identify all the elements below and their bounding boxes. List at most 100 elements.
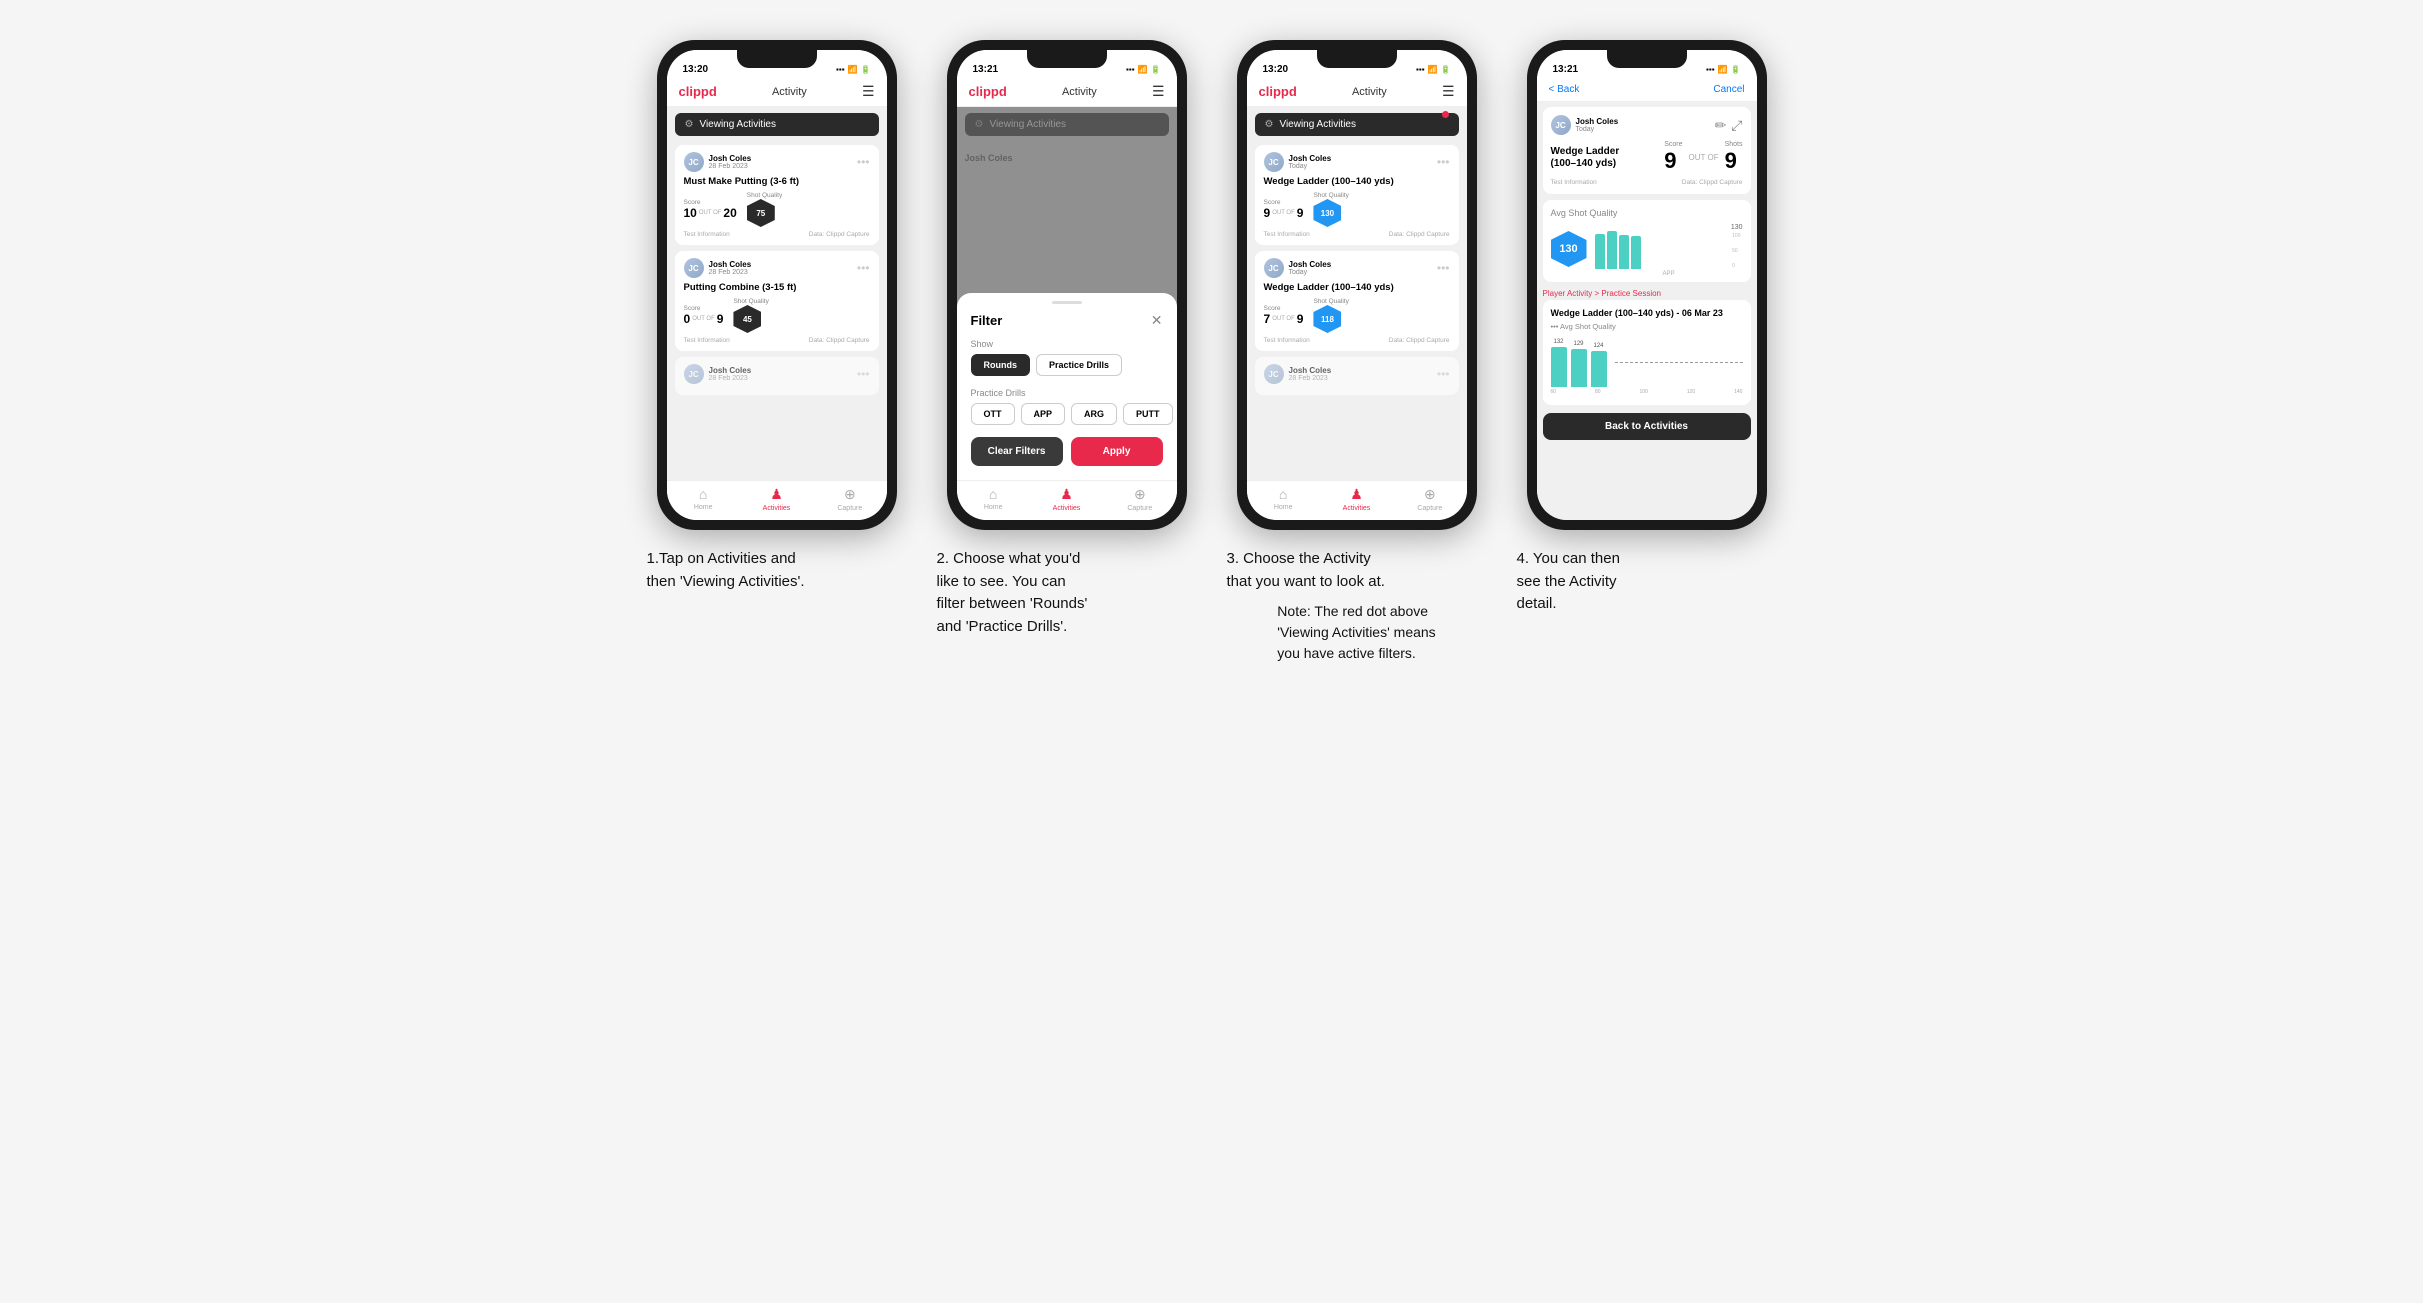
card-title-1-2: Putting Combine (3-15 ft) — [684, 282, 870, 293]
dots-menu-3-3[interactable]: ••• — [1437, 367, 1450, 381]
session-card-4: Wedge Ladder (100–140 yds) - 06 Mar 23 •… — [1543, 300, 1751, 405]
filter-action-row: Clear Filters Apply — [971, 437, 1163, 466]
viewing-bar-text-1: Viewing Activities — [699, 119, 776, 130]
menu-icon-1[interactable]: ☰ — [862, 83, 875, 100]
shot-quality-3-2: 118 — [1313, 305, 1341, 333]
phone-3: 13:20 ▪▪▪ 📶 🔋 clippd Activity ☰ — [1237, 40, 1477, 530]
screen-content-3: ⚙ Viewing Activities JC Jos — [1247, 107, 1467, 480]
detail-user-info: JC Josh Coles Today — [1551, 115, 1619, 135]
caption-1: 1.Tap on Activities andthen 'Viewing Act… — [647, 548, 907, 593]
card-header-1-3: JC Josh Coles 28 Feb 2023 ••• — [684, 364, 870, 384]
nav-capture-2[interactable]: ⊕ Capture — [1103, 486, 1176, 512]
cancel-btn-4[interactable]: Cancel — [1713, 84, 1744, 95]
activity-card-1-1[interactable]: JC Josh Coles 28 Feb 2023 ••• Must Make … — [675, 145, 879, 245]
phone-notch-4 — [1607, 50, 1687, 68]
y-100: 100 — [1732, 233, 1740, 239]
dots-menu-3-2[interactable]: ••• — [1437, 261, 1450, 275]
dots-menu-1-3[interactable]: ••• — [857, 367, 870, 381]
bar-4-4 — [1631, 236, 1641, 269]
capture-label-1: Capture — [837, 505, 862, 512]
phone-notch-2 — [1027, 50, 1107, 68]
filter-type-row: Rounds Practice Drills — [971, 354, 1163, 376]
nav-activities-1[interactable]: ♟ Activities — [740, 486, 813, 512]
avatar-3-3: JC — [1264, 364, 1284, 384]
viewing-bar-1[interactable]: ⚙ Viewing Activities — [675, 113, 879, 136]
sq-label-3-2: Shot Quality — [1313, 298, 1348, 305]
nav-home-2[interactable]: ⌂ Home — [957, 486, 1030, 512]
home-icon-2: ⌂ — [989, 486, 997, 502]
nav-activities-2[interactable]: ♟ Activities — [1030, 486, 1103, 512]
nav-capture-3[interactable]: ⊕ Capture — [1393, 486, 1466, 512]
activities-label-2: Activities — [1053, 505, 1081, 512]
red-dot-3 — [1442, 111, 1449, 118]
detail-outof: OUT OF — [1689, 153, 1719, 162]
card-header-3-2: JC Josh Coles Today ••• — [1264, 258, 1450, 278]
detail-nav-4: < Back Cancel — [1537, 79, 1757, 102]
chart-app-label: APP — [1595, 271, 1743, 277]
activity-card-3-3[interactable]: JC Josh Coles 28 Feb 2023 ••• — [1255, 357, 1459, 395]
home-icon-1: ⌂ — [699, 486, 707, 502]
apply-filter-btn[interactable]: Apply — [1071, 437, 1163, 466]
signal-icon-3: ▪▪▪ — [1416, 65, 1425, 74]
user-name-3-3: Josh Coles — [1289, 366, 1332, 375]
score-label-1-2: Score — [684, 305, 724, 312]
user-date-3-1: Today — [1289, 163, 1332, 170]
activity-card-1-2[interactable]: JC Josh Coles 28 Feb 2023 ••• Putting Co… — [675, 251, 879, 351]
bar-4-2 — [1607, 231, 1617, 269]
dots-menu-1-2[interactable]: ••• — [857, 261, 870, 275]
menu-icon-3[interactable]: ☰ — [1442, 83, 1455, 100]
s-bar-1 — [1551, 347, 1567, 387]
back-to-activities-btn[interactable]: Back to Activities — [1543, 413, 1751, 440]
activity-card-3-1[interactable]: JC Josh Coles Today ••• Wedge Ladder (10… — [1255, 145, 1459, 245]
ott-btn[interactable]: OTT — [971, 403, 1015, 425]
nav-capture-1[interactable]: ⊕ Capture — [813, 486, 886, 512]
score-val-3-1: 9 — [1264, 206, 1271, 220]
bar-val-1: 132 — [1553, 339, 1563, 345]
putt-btn[interactable]: PUTT — [1123, 403, 1173, 425]
caption-2: 2. Choose what you'dlike to see. You can… — [937, 548, 1197, 638]
app-btn[interactable]: APP — [1021, 403, 1066, 425]
signal-icon-1: ▪▪▪ — [836, 65, 845, 74]
practice-drills-filter-btn[interactable]: Practice Drills — [1036, 354, 1122, 376]
detail-user-date: Today — [1576, 126, 1619, 133]
avatar-1-1: JC — [684, 152, 704, 172]
card-title-3-1: Wedge Ladder (100–140 yds) — [1264, 176, 1450, 187]
nav-home-1[interactable]: ⌂ Home — [667, 486, 740, 512]
dots-menu-1-1[interactable]: ••• — [857, 155, 870, 169]
test-info-3-1: Test Information — [1264, 231, 1310, 238]
expand-icon-4[interactable]: ⤢ — [1731, 117, 1742, 134]
avatar-3-2: JC — [1264, 258, 1284, 278]
activity-card-3-2[interactable]: JC Josh Coles Today ••• Wedge Ladder (10… — [1255, 251, 1459, 351]
bars-4: 100 50 0 — [1595, 233, 1743, 269]
app-nav-3: clippd Activity ☰ — [1247, 79, 1467, 107]
viewing-bar-3[interactable]: ⚙ Viewing Activities — [1255, 113, 1459, 136]
caption-3: 3. Choose the Activitythat you want to l… — [1227, 548, 1487, 593]
edit-icon-4[interactable]: ✏ — [1715, 117, 1727, 134]
data-source-3-2: Data: Clippd Capture — [1389, 337, 1450, 344]
detail-user-name: Josh Coles — [1576, 117, 1619, 126]
detail-score-row: Wedge Ladder(100–140 yds) Score 9 OUT OF — [1551, 141, 1743, 174]
arg-btn[interactable]: ARG — [1071, 403, 1117, 425]
back-btn-4[interactable]: < Back — [1549, 84, 1580, 95]
nav-home-3[interactable]: ⌂ Home — [1247, 486, 1320, 512]
viewing-bar-icon-3: ⚙ — [1265, 119, 1274, 130]
nav-title-2: Activity — [1062, 86, 1097, 98]
menu-icon-2[interactable]: ☰ — [1152, 83, 1165, 100]
detail-activity-title: Wedge Ladder(100–140 yds) — [1551, 146, 1620, 170]
user-date-1-1: 28 Feb 2023 — [709, 163, 752, 170]
session-bar-chart: 132 129 124 — [1551, 337, 1743, 397]
capture-label-3: Capture — [1417, 505, 1442, 512]
screen-content-2: ⚙ Viewing Activities Josh Coles Filter ✕ — [957, 107, 1177, 480]
clear-filters-btn[interactable]: Clear Filters — [971, 437, 1063, 466]
dots-menu-3-1[interactable]: ••• — [1437, 155, 1450, 169]
card-footer-1-2: Test Information Data: Clippd Capture — [684, 337, 870, 344]
score-val-3-2: 7 — [1264, 312, 1271, 326]
detail-shots-val: 9 — [1725, 148, 1737, 173]
card-stats-3-1: Score 9 OUT OF 9 Shot Quality 130 — [1264, 192, 1450, 227]
close-filter-btn[interactable]: ✕ — [1151, 312, 1163, 329]
rounds-filter-btn[interactable]: Rounds — [971, 354, 1031, 376]
nav-activities-3[interactable]: ♟ Activities — [1320, 486, 1393, 512]
step-3: 13:20 ▪▪▪ 📶 🔋 clippd Activity ☰ — [1227, 40, 1487, 664]
status-time-4: 13:21 — [1553, 64, 1579, 75]
activity-card-1-3[interactable]: JC Josh Coles 28 Feb 2023 ••• — [675, 357, 879, 395]
